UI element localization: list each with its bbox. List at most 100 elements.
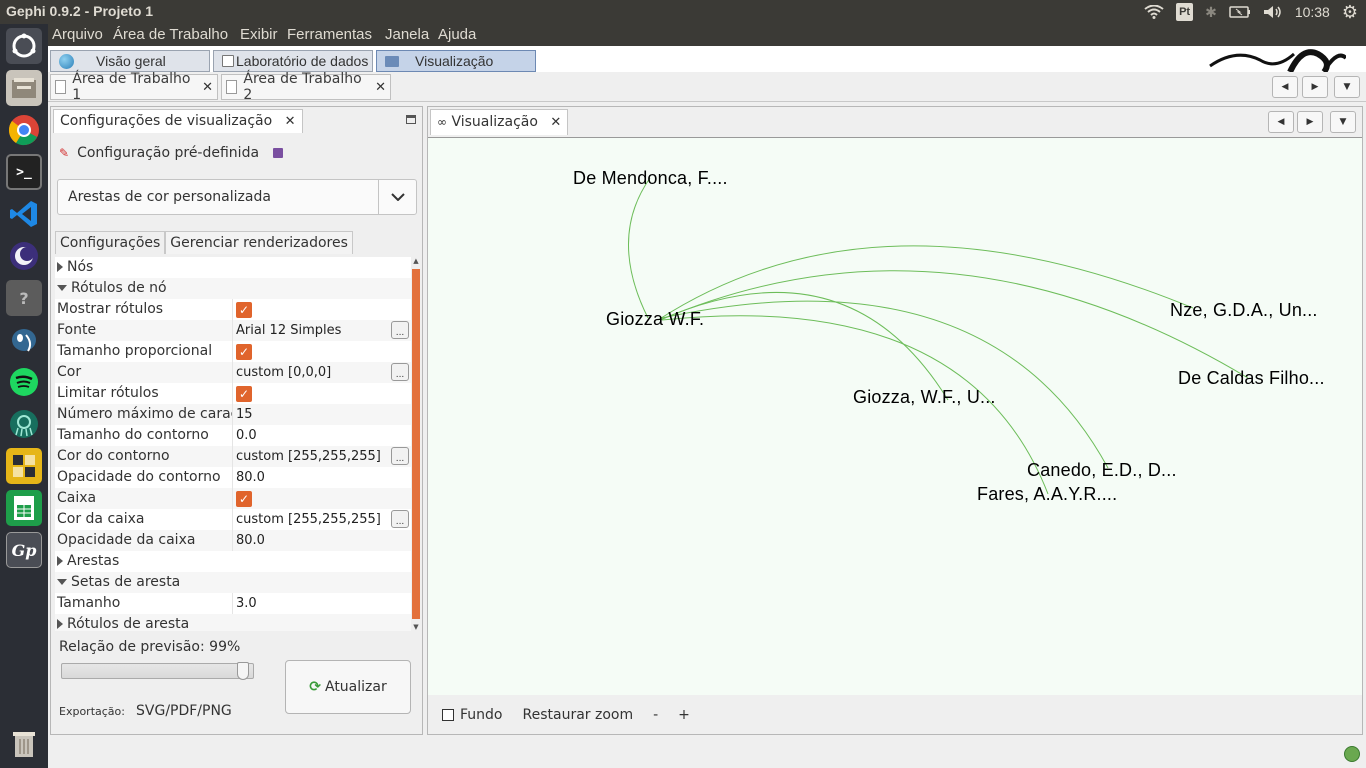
property-value[interactable]: Arial 12 Simples <box>233 323 411 338</box>
workspace-tab-2[interactable]: Área de Trabalho 2 ✕ <box>221 71 391 103</box>
property-value[interactable]: 0.0 <box>233 428 411 443</box>
property-row[interactable]: Limitar rótulos ✓ <box>55 383 411 404</box>
tab-visao-geral[interactable]: Visão geral <box>50 50 210 72</box>
property-value[interactable]: custom [0,0,0] <box>233 365 411 380</box>
scroll-left-button[interactable]: ◀ <box>1268 111 1294 133</box>
close-icon[interactable]: ✕ <box>285 114 296 129</box>
menu-arquivo[interactable]: Arquivo <box>52 26 103 43</box>
zoom-in-button[interactable]: + <box>678 707 690 723</box>
background-checkbox[interactable] <box>442 709 454 721</box>
checkbox[interactable]: ✓ <box>236 490 252 507</box>
visualization-tab[interactable]: ∞ Visualização ✕ <box>430 109 569 135</box>
scroll-right-button[interactable]: ▶ <box>1297 111 1323 133</box>
property-value[interactable]: 3.0 <box>233 596 411 611</box>
menu-area-de-trabalho[interactable]: Área de Trabalho <box>113 26 228 43</box>
trash-icon[interactable] <box>6 726 42 762</box>
files-icon[interactable] <box>6 70 42 106</box>
update-button[interactable]: ⟳ Atualizar <box>285 660 411 714</box>
tab-list-dropdown-button[interactable]: ▼ <box>1330 111 1356 133</box>
menu-exibir[interactable]: Exibir <box>240 26 278 43</box>
tab-laboratorio-de-dados[interactable]: Laboratório de dados <box>213 50 373 72</box>
property-row[interactable]: Tamanho proporcional ✓ <box>55 341 411 362</box>
ellipsis-button[interactable]: ... <box>391 363 409 381</box>
graph-preview-canvas[interactable]: De Mendonca, F.... Giozza W.F. Nze, G.D.… <box>428 137 1362 695</box>
notification-icon[interactable] <box>1344 746 1360 762</box>
ubuntu-dash-icon[interactable] <box>6 28 42 64</box>
tab-list-dropdown-button[interactable]: ▼ <box>1334 76 1360 98</box>
scroll-left-button[interactable]: ◀ <box>1272 76 1298 98</box>
collapsed-arrow-icon[interactable] <box>57 619 63 629</box>
property-category[interactable]: Arestas <box>55 551 411 572</box>
property-row[interactable]: Tamanho 3.0 <box>55 593 411 614</box>
preset-dropdown[interactable]: Arestas de cor personalizada <box>57 179 417 215</box>
close-icon[interactable]: ✕ <box>375 80 386 95</box>
settings-gear-icon[interactable]: ⚙ <box>1342 2 1358 22</box>
property-row[interactable]: Fonte Arial 12 Simples... <box>55 320 411 341</box>
minimize-icon[interactable] <box>406 115 416 124</box>
expanded-arrow-icon[interactable] <box>57 579 67 585</box>
checkbox[interactable]: ✓ <box>236 343 252 360</box>
scroll-down-arrow[interactable]: ▼ <box>411 623 421 631</box>
spotify-icon[interactable] <box>6 364 42 400</box>
collapsed-arrow-icon[interactable] <box>57 262 63 272</box>
menu-janela[interactable]: Janela <box>385 26 429 43</box>
collapsed-arrow-icon[interactable] <box>57 556 63 566</box>
tab-gerenciar-renderizadores[interactable]: Gerenciar renderizadores <box>165 231 353 254</box>
property-row[interactable]: Caixa ✓ <box>55 488 411 509</box>
save-icon[interactable] <box>273 148 284 158</box>
menu-ajuda[interactable]: Ajuda <box>438 26 476 43</box>
property-row[interactable]: Cor do contorno custom [255,255,255]... <box>55 446 411 467</box>
checkbox[interactable]: ✓ <box>236 385 252 402</box>
unknown-app-icon[interactable]: ? <box>6 280 42 316</box>
gitkraken-icon[interactable] <box>6 406 42 442</box>
wifi-icon[interactable] <box>1144 3 1164 21</box>
node-label[interactable]: Canedo, E.D., D... <box>1027 460 1177 481</box>
ellipsis-button[interactable]: ... <box>391 447 409 465</box>
ellipsis-button[interactable]: ... <box>391 321 409 339</box>
spreadsheet-icon[interactable] <box>6 490 42 526</box>
volume-icon[interactable] <box>1263 3 1283 21</box>
property-value[interactable]: 80.0 <box>233 470 411 485</box>
property-category[interactable]: Nós <box>55 257 411 278</box>
reset-zoom-button[interactable]: Restaurar zoom <box>523 707 634 723</box>
keyboard-layout-indicator[interactable]: Pt <box>1176 3 1194 21</box>
node-label[interactable]: Nze, G.D.A., Un... <box>1170 300 1318 321</box>
node-label[interactable]: De Caldas Filho... <box>1178 368 1325 389</box>
property-row[interactable]: Número máximo de carac 15 <box>55 404 411 425</box>
property-row[interactable]: Cor da caixa custom [255,255,255]... <box>55 509 411 530</box>
property-category[interactable]: Setas de aresta <box>55 572 411 593</box>
property-category[interactable]: Rótulos de nó <box>55 278 411 299</box>
menu-ferramentas[interactable]: Ferramentas <box>287 26 372 43</box>
terminal-icon[interactable]: >_ <box>6 154 42 190</box>
tab-visualizacao[interactable]: Visualização <box>376 50 536 72</box>
slider-thumb[interactable] <box>237 662 250 680</box>
checkbox[interactable]: ✓ <box>236 301 252 318</box>
node-label[interactable]: Giozza, W.F., U... <box>853 387 996 408</box>
clock[interactable]: 10:38 <box>1295 3 1330 21</box>
node-label[interactable]: Fares, A.A.Y.R.... <box>977 484 1117 505</box>
property-row[interactable]: Opacidade da caixa 80.0 <box>55 530 411 551</box>
scrollbar-thumb[interactable] <box>412 269 420 619</box>
vscode-icon[interactable] <box>6 196 42 232</box>
property-row[interactable]: Opacidade do contorno 80.0 <box>55 467 411 488</box>
gephi-icon[interactable]: Gp <box>6 532 42 568</box>
workspace-tab-1[interactable]: Área de Trabalho 1 ✕ <box>50 71 218 103</box>
property-row[interactable]: Mostrar rótulos ✓ <box>55 299 411 320</box>
scroll-right-button[interactable]: ▶ <box>1302 76 1328 98</box>
property-row[interactable]: Tamanho do contorno 0.0 <box>55 425 411 446</box>
expanded-arrow-icon[interactable] <box>57 285 67 291</box>
export-formats-link[interactable]: SVG/PDF/PNG <box>136 703 232 719</box>
bluetooth-icon[interactable]: ✱ <box>1205 3 1217 21</box>
property-value[interactable]: custom [255,255,255] <box>233 512 411 527</box>
node-label[interactable]: De Mendonca, F.... <box>573 168 728 189</box>
zoom-out-button[interactable]: - <box>653 707 658 723</box>
node-label[interactable]: Giozza W.F. <box>606 309 704 330</box>
battery-icon[interactable] <box>1229 3 1251 21</box>
close-icon[interactable]: ✕ <box>550 115 561 130</box>
preview-ratio-slider[interactable] <box>61 662 254 680</box>
property-category[interactable]: Rótulos de aresta <box>55 614 411 631</box>
panel-tab-settings[interactable]: Configurações de visualização ✕ <box>53 109 303 133</box>
tab-configuracoes[interactable]: Configurações <box>55 231 166 254</box>
close-icon[interactable]: ✕ <box>202 80 213 95</box>
chevron-down-icon[interactable] <box>378 180 416 214</box>
